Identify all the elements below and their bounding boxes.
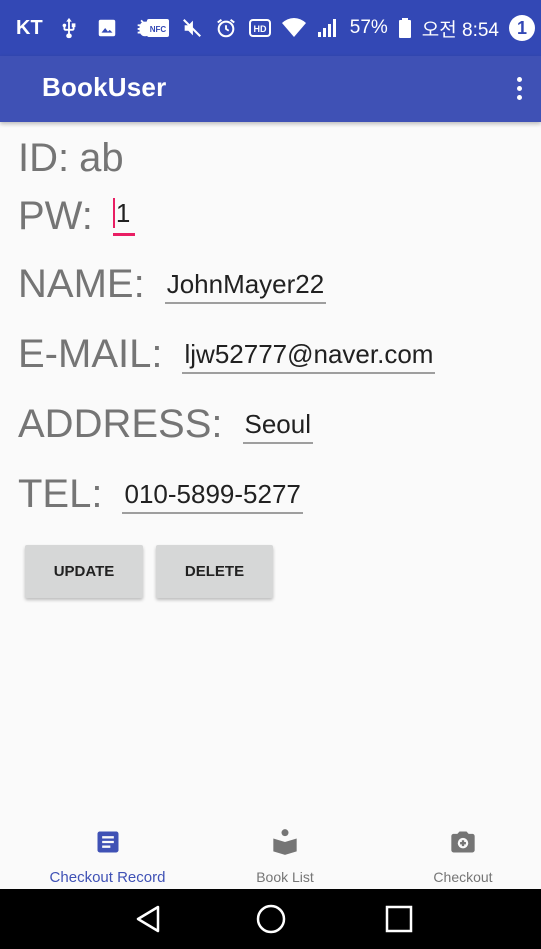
- status-bar: KT NFC HD 57% 오전 8:54 1: [0, 0, 541, 56]
- pw-input[interactable]: 1: [112, 198, 135, 236]
- usb-icon: [57, 16, 81, 40]
- tel-row: TEL: 010-5899-5277: [18, 474, 303, 514]
- nav-label-checkout: Checkout: [433, 869, 493, 885]
- mute-icon: [180, 16, 204, 40]
- address-label: ADDRESS:: [18, 402, 223, 446]
- app-bar: BookUser: [0, 56, 541, 122]
- nav-label-book-list: Book List: [256, 869, 314, 885]
- signal-icon: [316, 16, 340, 40]
- alarm-icon: [214, 16, 238, 40]
- status-right-group: NFC HD 57% 오전 8:54 1: [146, 14, 535, 42]
- home-icon[interactable]: [253, 901, 289, 937]
- address-input[interactable]: Seoul: [242, 409, 313, 444]
- notification-count-badge: 1: [509, 15, 535, 41]
- bottom-navigation: Checkout Record Book List Checkout: [0, 815, 541, 889]
- email-value: ljw52777@naver.com: [184, 339, 434, 369]
- address-value: Seoul: [244, 409, 312, 439]
- pw-value: 1: [115, 198, 131, 228]
- nav-item-checkout-record[interactable]: Checkout Record: [20, 815, 195, 889]
- tel-label: TEL:: [18, 472, 103, 516]
- email-label: E-MAIL:: [18, 332, 163, 376]
- article-icon: [94, 827, 122, 857]
- name-value: JohnMayer22: [166, 269, 325, 299]
- svg-text:NFC: NFC: [150, 25, 167, 34]
- nav-item-book-list[interactable]: Book List: [197, 815, 373, 889]
- status-left-group: KT: [16, 14, 157, 42]
- carrier-label: KT: [16, 16, 43, 39]
- email-input[interactable]: ljw52777@naver.com: [182, 339, 436, 374]
- clock: 오전 8:54: [421, 19, 499, 41]
- update-button[interactable]: UPDATE: [25, 545, 143, 598]
- id-row: ID: ab: [18, 138, 124, 178]
- name-row: NAME: JohnMayer22: [18, 262, 327, 306]
- name-label: NAME:: [18, 262, 145, 306]
- pw-row: PW: 1: [18, 196, 135, 236]
- address-row: ADDRESS: Seoul: [18, 404, 313, 444]
- nav-label-checkout-record: Checkout Record: [49, 869, 166, 886]
- camera-icon: [449, 827, 477, 857]
- app-title: BookUser: [42, 72, 167, 102]
- name-input[interactable]: JohnMayer22: [164, 269, 327, 304]
- nav-item-checkout[interactable]: Checkout: [375, 815, 541, 889]
- tel-input[interactable]: 010-5899-5277: [122, 479, 303, 514]
- reading-book-icon: [271, 827, 299, 857]
- tel-value: 010-5899-5277: [124, 479, 301, 509]
- overflow-menu-icon[interactable]: [511, 70, 527, 106]
- battery-percent: 57%: [349, 17, 388, 38]
- back-icon[interactable]: [130, 901, 166, 937]
- system-navigation-bar: [0, 889, 541, 949]
- recents-icon[interactable]: [381, 901, 417, 937]
- nfc-icon: NFC: [146, 16, 170, 40]
- wifi-icon: [281, 16, 306, 40]
- text-cursor: [112, 198, 115, 228]
- email-row: E-MAIL: ljw52777@naver.com: [18, 332, 436, 376]
- id-label: ID:: [18, 136, 70, 180]
- battery-icon: [398, 16, 412, 40]
- id-value: ab: [79, 136, 124, 180]
- pw-label: PW:: [18, 194, 93, 238]
- delete-button[interactable]: DELETE: [156, 545, 273, 598]
- svg-text:HD: HD: [253, 24, 266, 34]
- hd-voice-icon: HD: [248, 16, 272, 40]
- image-icon: [95, 16, 119, 40]
